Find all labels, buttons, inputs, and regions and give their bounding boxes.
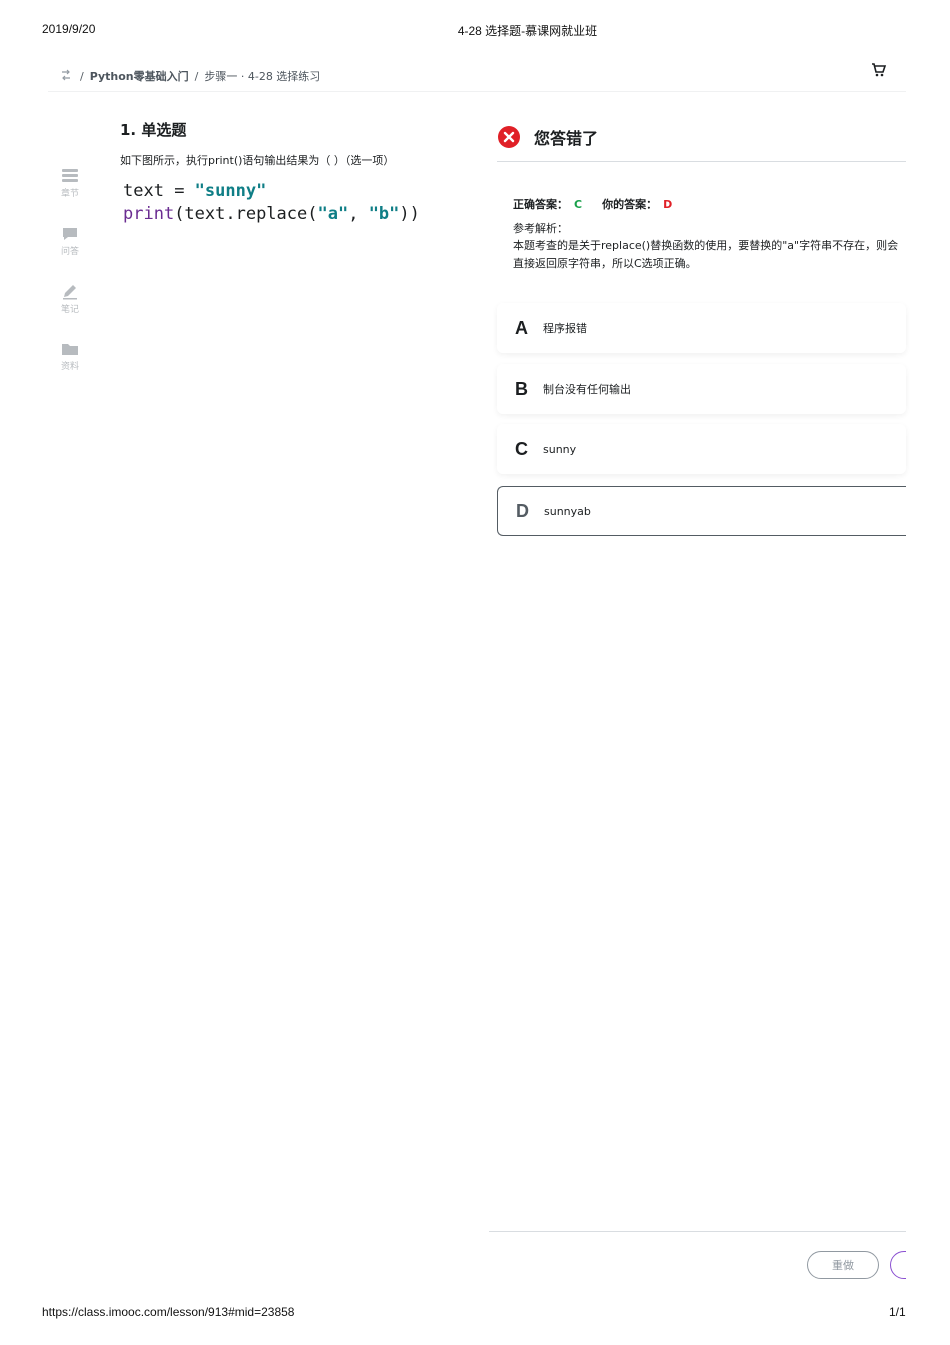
code-function: print [123,204,175,224]
explanation-label: 参考解析： [513,222,568,235]
option-d[interactable]: D sunnyab [497,486,906,536]
option-letter: D [516,500,529,521]
explanation-text: 本题考查的是关于replace()替换函数的使用，要替换的"a"字符串不存在，则… [513,239,899,270]
answer-summary: 正确答案： C 你的答案： D [513,196,672,212]
your-answer-value: D [663,198,673,211]
code-var: text [123,181,164,201]
question-title: 1. 单选题 [120,121,187,139]
list-icon [62,169,78,182]
sidebar-item-label: 问答 [60,247,79,257]
option-text: 程序报错 [543,322,587,335]
sidebar-item-qa[interactable]: 问答 [52,226,88,257]
cart-icon[interactable] [871,62,887,82]
code-text: (text.replace( [174,204,318,224]
option-text: sunny [543,442,577,456]
sidebar-item-label: 章节 [60,189,79,199]
sidebar-item-materials[interactable]: 资料 [52,341,88,372]
result-title: 您答错了 [534,129,599,148]
chat-icon [63,228,77,240]
code-op: = [163,181,195,201]
breadcrumb-lesson: 步骤一 · 4-28 选择练习 [204,70,321,83]
sidebar-item-notes[interactable]: 笔记 [52,284,88,315]
folder-icon [62,344,78,355]
option-a[interactable]: A 程序报错 [497,303,906,353]
code-snippet: text = "sunny" print(text.replace("a", "… [123,180,420,226]
option-b[interactable]: B 制台没有任何输出 [497,364,906,414]
breadcrumb-separator: / [80,69,84,83]
option-c[interactable]: C sunny [497,424,906,474]
code-string: "b" [368,204,400,224]
question-description: 如下图所示，执行print()语句输出结果为（ ）（选一项） [120,154,395,167]
switch-icon[interactable] [60,69,74,84]
footer-divider [489,1231,906,1232]
correct-answer-value: C [574,198,583,211]
print-url: https://class.imooc.com/lesson/913#mid=2… [42,1305,295,1319]
print-title: 4-28 选择题-慕课网就业班 [457,24,598,38]
breadcrumb-separator: / [194,69,199,83]
option-text: sunnyab [544,504,591,518]
code-string: "a" [317,204,349,224]
option-letter: C [515,438,528,459]
your-answer-label: 你的答案： [602,198,658,211]
print-page-number: 1/1 [889,1305,906,1319]
option-letter: B [515,378,528,399]
correct-answer-label: 正确答案： [513,198,568,211]
option-text: 制台没有任何输出 [543,383,631,396]
breadcrumb-course[interactable]: Python零基础入门 [90,68,189,84]
wrong-icon [498,126,520,148]
pencil-icon [63,285,77,300]
breadcrumb: / Python零基础入门 / 步骤一 · 4-28 选择练习 [60,62,905,90]
sidebar-item-chapters[interactable]: 章节 [52,168,88,199]
code-string: "sunny" [194,181,267,201]
option-letter: A [515,317,528,338]
sidebar-item-label: 资料 [60,362,79,372]
header-divider [48,91,906,92]
redo-button[interactable]: 重做 [807,1251,879,1279]
result-divider [497,161,906,162]
next-button[interactable] [890,1251,906,1279]
code-text: )) [399,204,420,224]
sidebar-item-label: 笔记 [60,305,79,315]
code-text: , [348,204,369,224]
